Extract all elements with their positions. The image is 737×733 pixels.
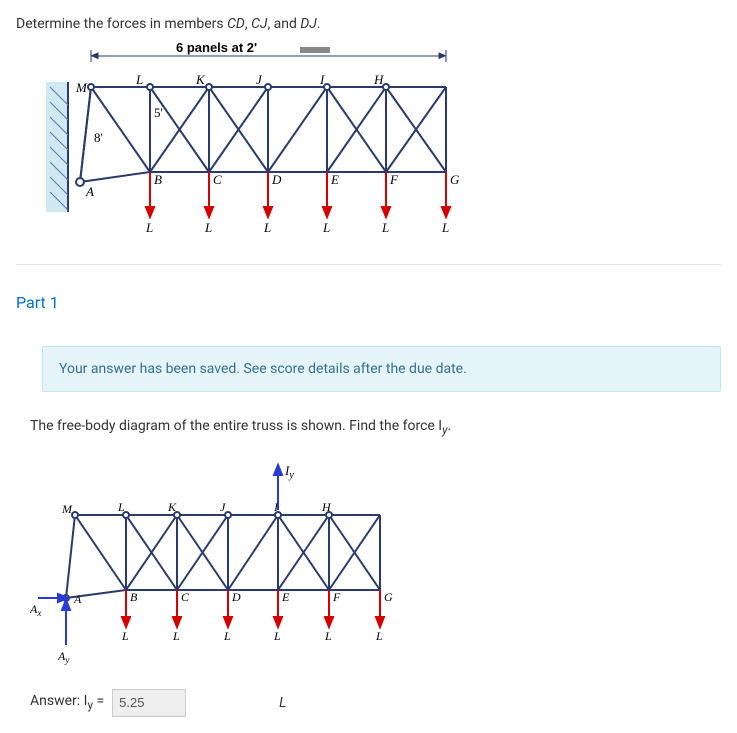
body-text: The free-body diagram of the entire trus… [30,418,721,437]
svg-text:Ax: Ax [30,602,41,618]
answer-label: Answer: Iy = [30,693,104,712]
svg-text:L: L [172,629,180,643]
divider [16,264,721,265]
svg-text:B: B [130,590,138,604]
svg-text:K: K [167,500,177,514]
svg-text:C: C [181,590,190,604]
truss-figure-2: Iy [30,455,721,669]
part-title: Part 1 [16,293,721,312]
svg-text:L: L [204,220,212,235]
svg-text:G: G [384,590,393,604]
panels-label: 6 panels at 2' [176,42,257,55]
svg-text:5': 5' [154,105,163,120]
svg-text:A: A [73,592,82,606]
svg-text:L: L [223,629,231,643]
svg-text:L: L [117,500,125,514]
svg-text:I: I [319,72,325,87]
svg-text:H: H [321,500,332,514]
svg-text:Iy: Iy [284,463,294,481]
svg-text:F: F [389,172,399,187]
answer-input[interactable] [112,689,186,717]
svg-text:M: M [75,80,88,95]
svg-text:M: M [61,502,73,516]
svg-text:J: J [256,72,263,87]
svg-text:E: E [281,590,290,604]
svg-text:E: E [330,172,339,187]
svg-text:C: C [213,172,222,187]
saved-info-box: Your answer has been saved. See score de… [42,346,721,392]
truss-figure-1: 6 panels at 2' [46,42,721,246]
svg-text:G: G [450,172,460,187]
svg-text:L: L [263,220,271,235]
svg-text:L: L [324,629,332,643]
svg-text:L: L [121,629,129,643]
svg-text:Ay: Ay [57,649,69,665]
answer-unit: L [279,695,286,711]
answer-row: Answer: Iy = L [30,689,721,717]
svg-text:L: L [322,220,330,235]
svg-text:K: K [195,72,206,87]
svg-text:L: L [273,629,281,643]
svg-text:A: A [85,184,94,199]
question-text: Determine the forces in members CD, CJ, … [16,16,721,32]
svg-text:L: L [145,220,153,235]
svg-text:H: H [373,72,384,87]
svg-text:L: L [381,220,389,235]
svg-text:D: D [231,590,241,604]
svg-text:L: L [441,220,449,235]
svg-text:L: L [135,72,143,87]
svg-text:D: D [271,172,282,187]
svg-text:8': 8' [94,130,103,145]
svg-text:B: B [154,172,162,187]
svg-text:J: J [220,500,226,514]
svg-text:F: F [332,590,341,604]
svg-text:L: L [375,629,383,643]
